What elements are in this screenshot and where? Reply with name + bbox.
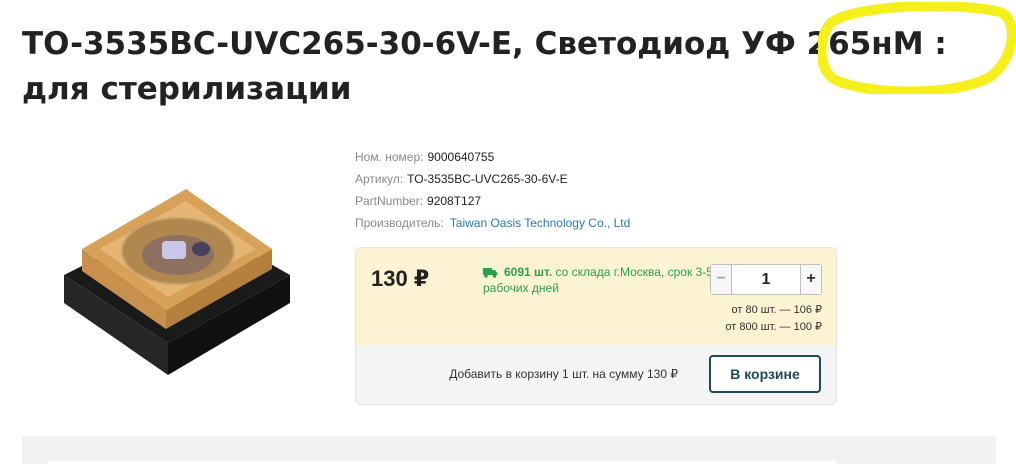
decrease-quantity-button[interactable]: − <box>711 265 732 294</box>
price-tier-80: от 80 шт. — 106 ₽ <box>731 304 822 316</box>
quantity-input[interactable]: 1 <box>732 265 800 294</box>
manufacturer-link[interactable]: Taiwan Oasis Technology Co., Ltd <box>450 216 631 230</box>
nom-value: 9000640755 <box>427 150 495 164</box>
partnumber-value: 9208T127 <box>427 194 482 208</box>
article-label: Артикул: <box>355 172 404 186</box>
quantity-stepper: − 1 + <box>710 264 822 295</box>
bottom-section <box>22 436 996 464</box>
product-image <box>64 189 290 375</box>
cart-summary: Добавить в корзину 1 шт. на сумму 130 ₽ <box>449 367 678 381</box>
manufacturer-label: Производитель: <box>355 216 444 230</box>
article-value: TO-3535BC-UVC265-30-6V-E <box>407 172 568 186</box>
product-title-line1: TO-3535BC-UVC265-30-6V-E, Светодиод УФ 2… <box>22 26 924 62</box>
buy-box: 130 ₽ 6091 шт. со склада г.Москва, срок … <box>355 247 837 405</box>
meta-nom-row: Ном. номер: 9000640755 <box>355 146 630 168</box>
product-meta: Ном. номер: 9000640755 Артикул: TO-3535BC-… <box>355 146 630 234</box>
nom-label: Ном. номер: <box>355 150 424 164</box>
price-tier-800: от 800 шт. — 100 ₽ <box>725 321 822 333</box>
price-panel: 130 ₽ 6091 шт. со склада г.Москва, срок … <box>356 248 836 345</box>
meta-partnumber-row: PartNumber: 9208T127 <box>355 190 630 212</box>
price: 130 ₽ <box>371 266 430 291</box>
stock-info: 6091 шт. со склада г.Москва, срок 3-5 ра… <box>483 264 713 296</box>
truck-icon <box>483 268 498 278</box>
partnumber-label: PartNumber: <box>355 194 424 208</box>
product-title-cut: : <box>934 26 947 62</box>
meta-manufacturer-row: Производитель: Taiwan Oasis Technology Co… <box>355 212 630 234</box>
product-title: TO-3535BC-UVC265-30-6V-E, Светодиод УФ 2… <box>22 22 1016 112</box>
meta-article-row: Артикул: TO-3535BC-UVC265-30-6V-E <box>355 168 630 190</box>
in-cart-button[interactable]: В корзине <box>709 355 821 393</box>
price-tiers: от 80 шт. — 106 ₽ от 800 шт. — 100 ₽ <box>725 302 822 336</box>
product-title-line2: для стерилизации <box>22 71 352 107</box>
stock-count: 6091 шт. <box>504 265 553 279</box>
increase-quantity-button[interactable]: + <box>800 265 821 294</box>
